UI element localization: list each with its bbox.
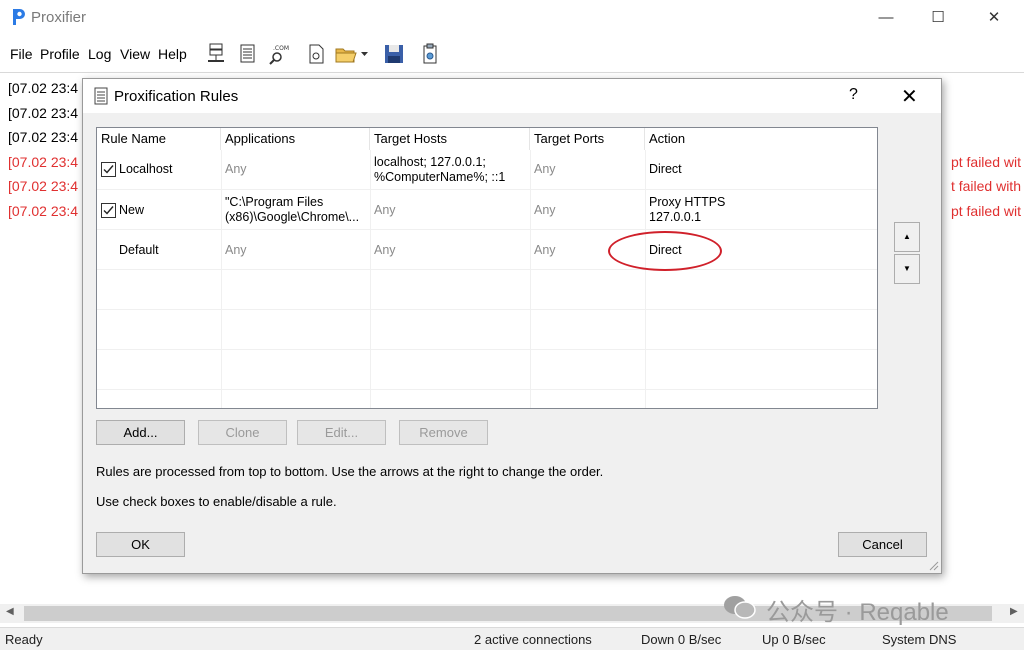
status-connections: 2 active connections (474, 632, 592, 647)
row-divider (97, 269, 877, 270)
move-down-button[interactable]: ▼ (894, 254, 920, 284)
profile-settings-icon[interactable] (418, 42, 442, 66)
rule-target-ports: Any (534, 203, 556, 217)
column-header-target-hosts[interactable]: Target Hosts (370, 128, 530, 150)
menu-profile[interactable]: Profile (40, 46, 80, 62)
chevron-down-icon[interactable] (360, 50, 369, 58)
status-bar: Ready 2 active connections Down 0 B/sec … (0, 627, 1024, 650)
open-profile-icon[interactable] (334, 42, 358, 66)
log-line-tail: pt failed wit (950, 154, 1021, 170)
rule-target-hosts: %ComputerName%; ::1 (374, 170, 506, 184)
title-bar: Proxifier — ☐ ✕ (0, 0, 1024, 36)
log-line-tail: pt failed wit (950, 203, 1021, 219)
app-title: Proxifier (31, 9, 87, 26)
wechat-icon (724, 596, 756, 619)
menu-log[interactable]: Log (88, 46, 111, 62)
rule-applications: Any (225, 243, 247, 257)
dialog-close-button[interactable]: ✕ (901, 84, 918, 109)
minimize-button[interactable]: — (872, 6, 900, 30)
rule-action: Direct (649, 162, 682, 176)
move-up-button[interactable]: ▲ (894, 222, 920, 252)
log-line: [07.02 23:4 (8, 80, 79, 96)
row-divider (97, 309, 877, 310)
checkmark-icon (103, 206, 114, 215)
dialog-title-bar: Proxification Rules ? ✕ (83, 79, 941, 113)
row-divider (97, 189, 877, 190)
add-button[interactable]: Add... (96, 420, 185, 445)
proxifier-logo-icon (13, 9, 25, 25)
menu-bar: File Profile Log View Help (0, 36, 1024, 72)
rules-icon (94, 87, 108, 105)
menu-file[interactable]: File (10, 46, 33, 62)
cancel-button[interactable]: Cancel (838, 532, 927, 557)
name-resolution-icon[interactable]: .COM (266, 42, 290, 66)
status-ready: Ready (5, 632, 43, 647)
menu-help[interactable]: Help (158, 46, 187, 62)
menu-view[interactable]: View (120, 46, 150, 62)
log-line-error: [07.02 23:4 (8, 178, 79, 194)
rule-action-target: 127.0.0.1 (649, 210, 702, 224)
maximize-button[interactable]: ☐ (924, 6, 952, 30)
help-button[interactable]: ? (849, 86, 858, 104)
row-divider (97, 349, 877, 350)
proxy-servers-icon[interactable] (204, 42, 228, 66)
log-line-error: [07.02 23:4 (8, 154, 79, 170)
rule-name: Default (119, 243, 159, 257)
save-profile-icon[interactable] (382, 42, 406, 66)
rules-list[interactable]: Rule Name Applications Target Hosts Targ… (96, 127, 878, 409)
rule-enabled-checkbox[interactable] (101, 203, 116, 218)
column-header-applications[interactable]: Applications (221, 128, 370, 150)
new-profile-icon[interactable] (304, 42, 328, 66)
rule-target-hosts: Any (374, 243, 396, 257)
rule-applications: "C:\Program Files (225, 195, 324, 209)
log-line-error: [07.02 23:4 (8, 203, 79, 219)
svg-text:.COM: .COM (273, 45, 289, 52)
log-line: [07.02 23:4 (8, 129, 79, 145)
scroll-left-icon[interactable]: ◀ (6, 606, 14, 617)
edit-button[interactable]: Edit... (297, 420, 386, 445)
rule-applications: (x86)\Google\Chrome\... (225, 210, 360, 224)
rule-name: New (119, 203, 145, 217)
checkbox-hint: Use check boxes to enable/disable a rule… (96, 494, 337, 509)
rule-applications: Any (225, 162, 247, 176)
status-download: Down 0 B/sec (641, 632, 722, 647)
row-divider (97, 389, 877, 390)
remove-button[interactable]: Remove (399, 420, 488, 445)
resize-grip-icon[interactable] (927, 559, 939, 571)
rule-name: Localhost (119, 162, 173, 176)
column-header-rule-name[interactable]: Rule Name (97, 128, 221, 150)
clone-button[interactable]: Clone (198, 420, 287, 445)
proxification-rules-dialog: Proxification Rules ? ✕ Rule Name Applic… (82, 78, 942, 574)
row-divider (97, 229, 877, 230)
rule-target-hosts: Any (374, 203, 396, 217)
watermark-text: 公众号 · Reqable (766, 599, 949, 626)
rule-target-hosts: localhost; 127.0.0.1; (374, 155, 486, 169)
checkmark-icon (103, 165, 114, 174)
rule-action: Proxy HTTPS (649, 195, 726, 209)
ok-button[interactable]: OK (96, 532, 185, 557)
highlight-circle-annotation (608, 231, 722, 271)
rule-enabled-checkbox[interactable] (101, 162, 116, 177)
rules-order-hint: Rules are processed from top to bottom. … (96, 464, 604, 479)
status-dns: System DNS (882, 632, 957, 647)
scroll-right-icon[interactable]: ▶ (1010, 606, 1018, 617)
column-header-action[interactable]: Action (645, 128, 877, 150)
proxification-rules-icon[interactable] (236, 42, 260, 66)
rule-target-ports: Any (534, 162, 556, 176)
log-line-tail: t failed with (950, 178, 1021, 194)
column-header-target-ports[interactable]: Target Ports (530, 128, 645, 150)
dialog-title: Proxification Rules (114, 88, 239, 105)
rule-target-ports: Any (534, 243, 556, 257)
log-line: [07.02 23:4 (8, 105, 79, 121)
close-window-button[interactable]: ✕ (980, 6, 1008, 30)
status-upload: Up 0 B/sec (762, 632, 826, 647)
